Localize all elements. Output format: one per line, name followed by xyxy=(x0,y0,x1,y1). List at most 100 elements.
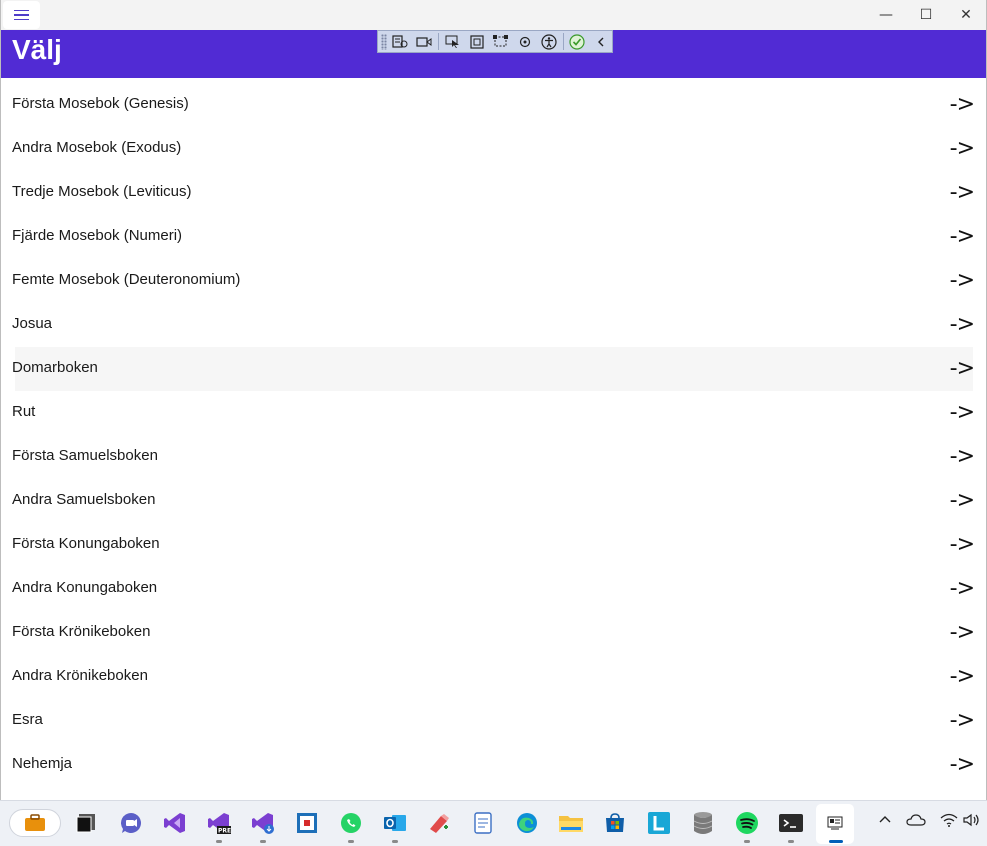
l-app-icon[interactable] xyxy=(646,810,672,836)
visual-studio-installer-icon[interactable] xyxy=(250,810,276,836)
running-indicator xyxy=(744,840,750,843)
navigate-arrow-icon[interactable]: -> xyxy=(950,92,975,117)
book-title: Första Krönikeboken xyxy=(12,623,151,640)
select-element-icon[interactable] xyxy=(442,32,463,51)
list-item[interactable]: Femte Mosebok (Deuteronomium) -> xyxy=(1,259,986,303)
running-indicator xyxy=(216,840,222,843)
navigate-arrow-icon[interactable]: -> xyxy=(950,400,975,425)
list-item[interactable]: Fjärde Mosebok (Numeri) -> xyxy=(1,215,986,259)
briefcase-icon[interactable] xyxy=(9,809,61,837)
list-item[interactable]: Andra Mosebok (Exodus) -> xyxy=(1,127,986,171)
title-bar: — ☐ ✕ xyxy=(1,0,986,30)
book-title: Tredje Mosebok (Leviticus) xyxy=(12,183,192,200)
navigate-arrow-icon[interactable]: -> xyxy=(950,444,975,469)
active-app-indicator xyxy=(829,840,843,843)
list-item[interactable]: Tredje Mosebok (Leviticus) -> xyxy=(1,171,986,215)
maximize-button[interactable]: ☐ xyxy=(906,0,946,30)
book-title: Rut xyxy=(12,403,36,420)
navigate-arrow-icon[interactable]: -> xyxy=(950,312,975,337)
binding-ok-icon[interactable] xyxy=(567,32,588,51)
visual-studio-preview-icon[interactable]: PRE xyxy=(206,810,232,836)
track-focus-icon[interactable] xyxy=(490,32,511,51)
paint-icon[interactable] xyxy=(426,810,452,836)
chevron-up-icon[interactable] xyxy=(878,813,892,831)
close-button[interactable]: ✕ xyxy=(946,0,986,30)
snipping-tool-icon[interactable] xyxy=(294,810,320,836)
list-item[interactable]: Första Samuelsboken -> xyxy=(1,435,986,479)
navigate-arrow-icon[interactable]: -> xyxy=(950,532,975,557)
database-icon[interactable] xyxy=(690,810,716,836)
windows-terminal-icon[interactable] xyxy=(778,810,804,836)
list-item[interactable]: Esra -> xyxy=(1,699,986,743)
speaker-icon[interactable] xyxy=(963,813,981,831)
navigate-arrow-icon[interactable]: -> xyxy=(950,356,975,381)
book-title: Första Konungaboken xyxy=(12,535,160,552)
toolbar-separator xyxy=(562,33,564,50)
display-layout-adorners-icon[interactable] xyxy=(466,32,487,51)
book-title: Fjärde Mosebok (Numeri) xyxy=(12,227,183,244)
navigate-arrow-icon[interactable]: -> xyxy=(950,180,975,205)
hamburger-icon[interactable] xyxy=(3,1,40,29)
list-item[interactable]: Josua -> xyxy=(1,303,986,347)
book-title: Andra Mosebok (Exodus) xyxy=(12,139,182,156)
navigate-arrow-icon[interactable]: -> xyxy=(950,268,975,293)
navigate-arrow-icon[interactable]: -> xyxy=(950,488,975,513)
terminal-dark-icon[interactable] xyxy=(73,810,99,836)
whatsapp-icon[interactable] xyxy=(338,810,364,836)
notepad-icon[interactable] xyxy=(470,810,496,836)
collapse-chevron-icon[interactable] xyxy=(591,32,612,51)
accessibility-icon[interactable] xyxy=(539,32,560,51)
list-item[interactable]: Första Konungaboken -> xyxy=(1,523,986,567)
window-controls: — ☐ ✕ xyxy=(866,0,986,30)
book-title: Nehemja xyxy=(12,755,73,772)
list-item[interactable]: Andra Samuelsboken -> xyxy=(1,479,986,523)
svg-text:PRE: PRE xyxy=(218,828,231,835)
list-item[interactable]: Första Krönikeboken -> xyxy=(1,611,986,655)
list-item[interactable]: Domarboken -> xyxy=(12,347,975,391)
book-title: Andra Konungaboken xyxy=(12,579,158,596)
microsoft-store-icon[interactable] xyxy=(602,810,628,836)
running-indicator xyxy=(788,840,794,843)
xaml-debug-toolbar xyxy=(377,30,613,53)
wifi-icon[interactable] xyxy=(940,813,958,831)
hamburger-line xyxy=(14,14,29,16)
navigate-arrow-icon[interactable]: -> xyxy=(950,620,975,645)
navigate-arrow-icon[interactable]: -> xyxy=(950,136,975,161)
page-title: Välj xyxy=(12,34,62,65)
navigate-arrow-icon[interactable]: -> xyxy=(950,576,975,601)
list-item[interactable]: Första Mosebok (Genesis) -> xyxy=(1,83,986,127)
book-title: Domarboken xyxy=(12,359,98,376)
book-title: Andra Samuelsboken xyxy=(12,491,156,508)
list-item[interactable]: Nehemja -> xyxy=(1,743,986,787)
minimize-button[interactable]: — xyxy=(866,0,906,30)
running-indicator xyxy=(260,840,266,843)
navigate-arrow-icon[interactable]: -> xyxy=(950,708,975,733)
hamburger-line xyxy=(14,18,29,21)
spotify-icon[interactable] xyxy=(734,810,760,836)
live-visual-tree-icon[interactable] xyxy=(390,32,411,51)
book-title: Första Mosebok (Genesis) xyxy=(12,95,189,112)
visual-studio-icon[interactable] xyxy=(162,810,188,836)
record-icon[interactable] xyxy=(414,32,435,51)
book-list: Första Mosebok (Genesis) -> Andra Mosebok … xyxy=(1,83,986,787)
list-item[interactable]: Andra Konungaboken -> xyxy=(1,567,986,611)
book-title: Andra Krönikeboken xyxy=(12,667,148,684)
running-indicator xyxy=(348,840,354,843)
toolbar-grip-icon[interactable] xyxy=(381,33,387,50)
app-window: — ☐ ✕ Välj Första Mosebok (Genesis) -> A… xyxy=(0,0,987,800)
hot-reload-icon[interactable] xyxy=(514,32,535,51)
file-explorer-icon[interactable] xyxy=(558,810,584,836)
toolbar-separator xyxy=(438,33,440,50)
teams-chat-icon[interactable] xyxy=(118,810,144,836)
book-title: Josua xyxy=(12,315,53,332)
list-item[interactable]: Andra Krönikeboken -> xyxy=(1,655,986,699)
active-app-icon[interactable] xyxy=(822,810,848,836)
navigate-arrow-icon[interactable]: -> xyxy=(950,752,975,777)
list-item[interactable]: Rut -> xyxy=(1,391,986,435)
running-indicator xyxy=(392,840,398,843)
outlook-icon[interactable] xyxy=(382,810,408,836)
navigate-arrow-icon[interactable]: -> xyxy=(950,224,975,249)
onedrive-cloud-icon[interactable] xyxy=(906,813,926,831)
navigate-arrow-icon[interactable]: -> xyxy=(950,664,975,689)
edge-icon[interactable] xyxy=(514,810,540,836)
